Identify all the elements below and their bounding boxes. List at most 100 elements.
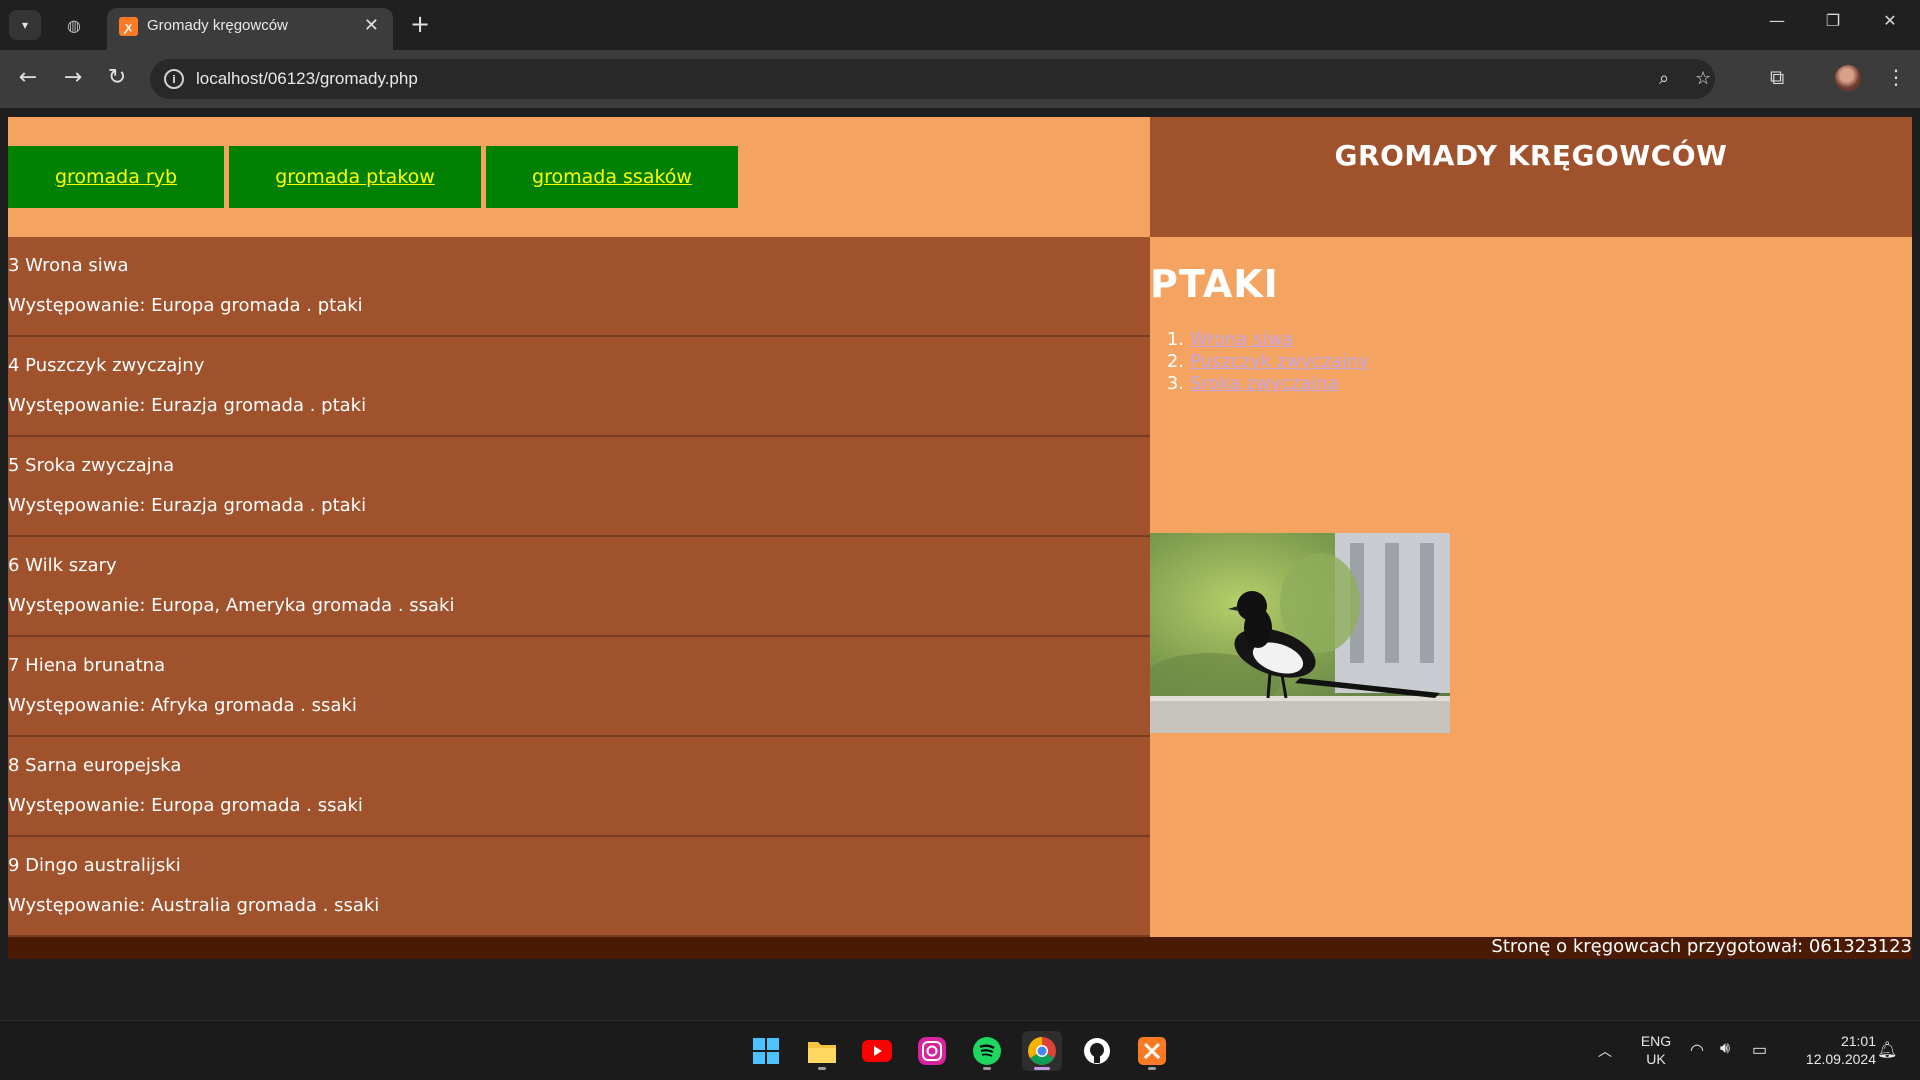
chevron-up-icon[interactable]: ︿ — [1598, 1041, 1612, 1061]
browser-tab[interactable]: ꭗ Gromady kręgowców ✕ — [107, 8, 393, 50]
browser-toolbar: ← → ↻ i localhost/06123/gromady.php ⌕ ☆ … — [0, 50, 1920, 108]
file-explorer-button[interactable] — [802, 1031, 842, 1071]
start-button[interactable] — [746, 1031, 786, 1071]
record-item: 9 Dingo australijski Występowanie: Austr… — [8, 837, 1150, 937]
list-number: 3. — [1166, 373, 1184, 394]
github-button[interactable] — [1077, 1031, 1117, 1071]
record-item: 6 Wilk szary Występowanie: Europa, Amery… — [8, 537, 1150, 637]
restore-button[interactable]: ❐ — [1818, 11, 1848, 30]
record-name: 4 Puszczyk zwyczajny — [8, 355, 205, 376]
spotify-button[interactable] — [967, 1031, 1007, 1071]
github-icon — [1084, 1038, 1110, 1064]
battery-icon[interactable]: ▭ — [1752, 1040, 1767, 1060]
xampp-favicon-icon: ꭗ — [119, 17, 138, 36]
extensions-icon[interactable]: ⧉ — [1770, 65, 1784, 89]
record-description: Występowanie: Eurazja gromada . ptaki — [8, 495, 367, 516]
record-description: Występowanie: Australia gromada . ssaki — [8, 895, 380, 916]
footer-text: Stronę o kręgowcach przygotował: 0613231… — [1491, 936, 1912, 957]
record-description: Występowanie: Europa gromada . ptaki — [8, 295, 363, 316]
layout-code: UK — [1646, 1051, 1666, 1067]
record-name: 6 Wilk szary — [8, 555, 117, 576]
bird-link[interactable]: Sroka zwyczajna — [1190, 373, 1339, 394]
record-item: 3 Wrona siwa Występowanie: Europa gromad… — [8, 237, 1150, 337]
url-text[interactable]: localhost/06123/gromady.php — [196, 69, 418, 89]
folder-icon — [808, 1042, 836, 1063]
menu-section: gromada ryb gromada ptakow gromada ssakó… — [8, 117, 1150, 237]
record-description: Występowanie: Europa gromada . ssaki — [8, 795, 363, 816]
tab-close-icon[interactable]: ✕ — [364, 15, 379, 36]
xampp-button[interactable] — [1132, 1031, 1172, 1071]
zoom-icon[interactable]: ⌕ — [1659, 68, 1669, 89]
running-indicator — [1148, 1067, 1156, 1070]
record-description: Występowanie: Europa, Ameryka gromada . … — [8, 595, 455, 616]
bookmark-star-icon[interactable]: ☆ — [1695, 68, 1711, 89]
profile-avatar[interactable] — [1835, 65, 1861, 91]
list-item: 2. Puszczyk zwyczajny — [1150, 351, 1369, 373]
active-indicator — [1034, 1067, 1050, 1070]
tab-title: Gromady kręgowców — [147, 17, 288, 34]
language-code: ENG — [1640, 1033, 1672, 1049]
notification-bell-icon[interactable]: 🔔︎ — [1877, 1040, 1897, 1060]
footer: Stronę o kręgowcach przygotował: 0613231… — [8, 936, 1912, 959]
page-viewport: gromada ryb gromada ptakow gromada ssakó… — [0, 108, 1920, 1020]
header-section: GROMADY KRĘGOWCÓW — [1150, 117, 1912, 237]
forward-button[interactable]: → — [59, 65, 87, 91]
close-window-button[interactable]: ✕ — [1875, 11, 1905, 30]
record-item: 8 Sarna europejska Występowanie: Europa … — [8, 737, 1150, 837]
record-name: 9 Dingo australijski — [8, 855, 181, 876]
detail-section: PTAKI 1. Wrona siwa 2. Puszczyk zwyczajny … — [1150, 237, 1912, 937]
spotify-icon — [973, 1037, 1001, 1065]
record-name: 7 Hiena brunatna — [8, 655, 166, 676]
menu-link-ptakow[interactable]: gromada ptakow — [229, 146, 481, 208]
record-item: 5 Sroka zwyczajna Występowanie: Eurazja … — [8, 437, 1150, 537]
youtube-icon — [862, 1040, 892, 1062]
chrome-button[interactable] — [1022, 1031, 1062, 1071]
back-button[interactable]: ← — [14, 65, 42, 91]
wifi-icon[interactable]: ◠ — [1690, 1040, 1704, 1060]
globe-icon[interactable]: ◍ — [62, 13, 86, 37]
youtube-button[interactable] — [857, 1031, 897, 1071]
chrome-icon — [1028, 1037, 1056, 1065]
browser-titlebar: ▾ ◍ ꭗ Gromady kręgowców ✕ + — ❐ ✕ — [0, 0, 1920, 50]
new-tab-button[interactable]: + — [410, 10, 430, 38]
page-title: GROMADY KRĘGOWCÓW — [1334, 139, 1728, 172]
list-item: 3. Sroka zwyczajna — [1150, 373, 1369, 395]
reload-button[interactable]: ↻ — [103, 65, 131, 91]
language-indicator[interactable]: ENG UK — [1636, 1032, 1676, 1068]
bird-link[interactable]: Wrona siwa — [1190, 329, 1293, 350]
bird-link[interactable]: Puszczyk zwyczajny — [1190, 351, 1369, 372]
record-name: 5 Sroka zwyczajna — [8, 455, 175, 476]
bird-list: 1. Wrona siwa 2. Puszczyk zwyczajny 3. Srok… — [1150, 329, 1369, 395]
list-number: 2. — [1166, 351, 1184, 372]
clock[interactable]: 21:01 12.09.2024 — [1790, 1032, 1876, 1068]
record-name: 3 Wrona siwa — [8, 255, 129, 276]
magpie-image — [1150, 533, 1450, 733]
xampp-icon — [1138, 1037, 1166, 1065]
list-item: 1. Wrona siwa — [1150, 329, 1369, 351]
records-list: 3 Wrona siwa Występowanie: Europa gromad… — [8, 237, 1150, 937]
site-info-icon[interactable]: i — [164, 69, 184, 89]
volume-icon[interactable]: 🔊︎ — [1720, 1040, 1730, 1058]
record-name: 8 Sarna europejska — [8, 755, 182, 776]
record-item: 4 Puszczyk zwyczajny Występowanie: Euraz… — [8, 337, 1150, 437]
windows-icon — [753, 1038, 779, 1064]
minimize-button[interactable]: — — [1762, 11, 1792, 30]
instagram-button[interactable] — [912, 1031, 952, 1071]
address-bar[interactable]: i localhost/06123/gromady.php ⌕ ☆ — [150, 59, 1715, 99]
record-description: Występowanie: Afryka gromada . ssaki — [8, 695, 357, 716]
tab-search-button[interactable]: ▾ — [9, 10, 41, 40]
list-number: 1. — [1166, 329, 1184, 350]
running-indicator — [818, 1067, 826, 1070]
section-heading: PTAKI — [1150, 262, 1279, 306]
menu-link-ryb[interactable]: gromada ryb — [8, 146, 224, 208]
instagram-icon — [918, 1037, 946, 1065]
taskbar: ︿ ENG UK ◠ 🔊︎ ▭ 21:01 12.09.2024 🔔︎ — [0, 1020, 1920, 1080]
magpie-photo — [1150, 533, 1450, 733]
record-item: 7 Hiena brunatna Występowanie: Afryka gr… — [8, 637, 1150, 737]
running-indicator — [983, 1067, 991, 1070]
menu-link-ssakow[interactable]: gromada ssaków — [486, 146, 738, 208]
browser-menu-icon[interactable]: ⋮ — [1886, 65, 1906, 89]
record-description: Występowanie: Eurazja gromada . ptaki — [8, 395, 367, 416]
time-text: 21:01 — [1840, 1033, 1876, 1049]
date-text: 12.09.2024 — [1805, 1051, 1876, 1067]
